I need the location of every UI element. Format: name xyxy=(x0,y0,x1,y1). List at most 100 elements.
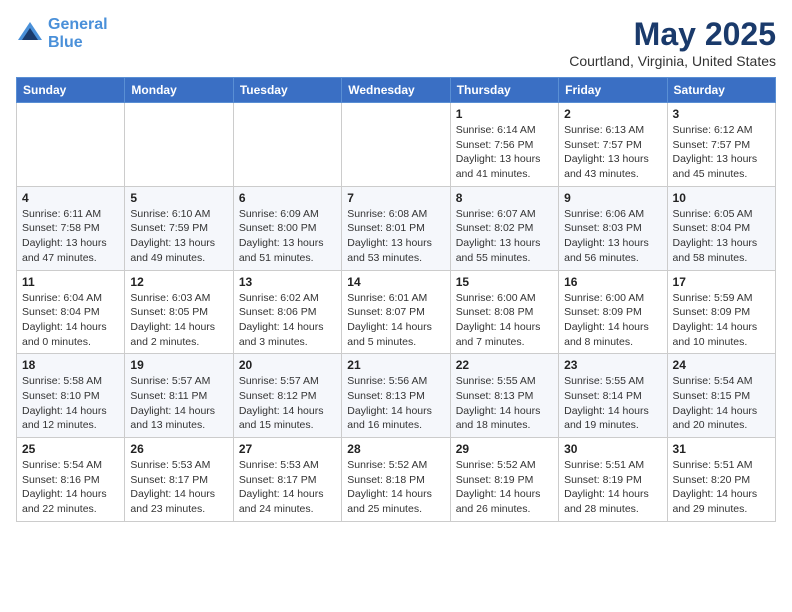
day-number: 30 xyxy=(564,442,661,456)
day-number: 24 xyxy=(673,358,770,372)
day-info: Sunrise: 5:57 AM Sunset: 8:12 PM Dayligh… xyxy=(239,374,336,433)
logo-general: General xyxy=(48,16,108,33)
day-info: Sunrise: 5:53 AM Sunset: 8:17 PM Dayligh… xyxy=(239,458,336,517)
day-info: Sunrise: 6:14 AM Sunset: 7:56 PM Dayligh… xyxy=(456,123,553,182)
day-info: Sunrise: 6:06 AM Sunset: 8:03 PM Dayligh… xyxy=(564,207,661,266)
day-cell: 27 Sunrise: 5:53 AM Sunset: 8:17 PM Dayli… xyxy=(233,438,341,522)
week-row-1: 1 Sunrise: 6:14 AM Sunset: 7:56 PM Daylig… xyxy=(17,103,776,187)
day-info: Sunrise: 5:54 AM Sunset: 8:15 PM Dayligh… xyxy=(673,374,770,433)
day-info: Sunrise: 5:55 AM Sunset: 8:14 PM Dayligh… xyxy=(564,374,661,433)
calendar-header: SundayMondayTuesdayWednesdayThursdayFrid… xyxy=(17,78,776,103)
day-cell: 28Sunrise: 5:52 AM Sunset: 8:18 PM Dayli… xyxy=(342,438,450,522)
day-header-thursday: Thursday xyxy=(450,78,558,103)
day-number: 6 xyxy=(239,191,336,205)
day-number: 15 xyxy=(456,275,553,289)
day-cell: 25 Sunrise: 5:54 AM Sunset: 8:16 PM Dayli… xyxy=(17,438,125,522)
day-cell: 31 Sunrise: 5:51 AM Sunset: 8:20 PM Dayli… xyxy=(667,438,775,522)
day-header-wednesday: Wednesday xyxy=(342,78,450,103)
main-title: May 2025 xyxy=(569,16,776,53)
logo-blue: Blue xyxy=(48,34,83,51)
day-number: 23 xyxy=(564,358,661,372)
day-number: 28 xyxy=(347,442,444,456)
day-info: Sunrise: 6:03 AM Sunset: 8:05 PM Dayligh… xyxy=(130,291,227,350)
day-number: 2 xyxy=(564,107,661,121)
day-number: 22 xyxy=(456,358,553,372)
day-header-monday: Monday xyxy=(125,78,233,103)
calendar-table: SundayMondayTuesdayWednesdayThursdayFrid… xyxy=(16,77,776,522)
day-info: Sunrise: 6:04 AM Sunset: 8:04 PM Dayligh… xyxy=(22,291,119,350)
day-cell: 10Sunrise: 6:05 AM Sunset: 8:04 PM Dayli… xyxy=(667,186,775,270)
day-number: 20 xyxy=(239,358,336,372)
day-header-friday: Friday xyxy=(559,78,667,103)
day-cell: 16 Sunrise: 6:00 AM Sunset: 8:09 PM Dayli… xyxy=(559,270,667,354)
day-cell: 3Sunrise: 6:12 AM Sunset: 7:57 PM Daylig… xyxy=(667,103,775,187)
title-block: May 2025 Courtland, Virginia, United Sta… xyxy=(569,16,776,69)
day-cell xyxy=(342,103,450,187)
day-number: 5 xyxy=(130,191,227,205)
day-cell: 17Sunrise: 5:59 AM Sunset: 8:09 PM Dayli… xyxy=(667,270,775,354)
day-number: 3 xyxy=(673,107,770,121)
day-info: Sunrise: 6:11 AM Sunset: 7:58 PM Dayligh… xyxy=(22,207,119,266)
day-cell: 8Sunrise: 6:07 AM Sunset: 8:02 PM Daylig… xyxy=(450,186,558,270)
day-info: Sunrise: 5:51 AM Sunset: 8:20 PM Dayligh… xyxy=(673,458,770,517)
day-header-tuesday: Tuesday xyxy=(233,78,341,103)
week-row-5: 25 Sunrise: 5:54 AM Sunset: 8:16 PM Dayli… xyxy=(17,438,776,522)
day-cell: 23 Sunrise: 5:55 AM Sunset: 8:14 PM Dayli… xyxy=(559,354,667,438)
day-number: 16 xyxy=(564,275,661,289)
day-info: Sunrise: 5:52 AM Sunset: 8:19 PM Dayligh… xyxy=(456,458,553,517)
week-row-3: 11 Sunrise: 6:04 AM Sunset: 8:04 PM Dayli… xyxy=(17,270,776,354)
day-number: 29 xyxy=(456,442,553,456)
day-number: 14 xyxy=(347,275,444,289)
day-cell: 4 Sunrise: 6:11 AM Sunset: 7:58 PM Daylig… xyxy=(17,186,125,270)
day-info: Sunrise: 6:08 AM Sunset: 8:01 PM Dayligh… xyxy=(347,207,444,266)
day-number: 4 xyxy=(22,191,119,205)
day-number: 11 xyxy=(22,275,119,289)
day-cell: 12 Sunrise: 6:03 AM Sunset: 8:05 PM Dayli… xyxy=(125,270,233,354)
day-info: Sunrise: 5:57 AM Sunset: 8:11 PM Dayligh… xyxy=(130,374,227,433)
day-cell: 18 Sunrise: 5:58 AM Sunset: 8:10 PM Dayli… xyxy=(17,354,125,438)
day-header-sunday: Sunday xyxy=(17,78,125,103)
day-info: Sunrise: 6:00 AM Sunset: 8:08 PM Dayligh… xyxy=(456,291,553,350)
day-number: 18 xyxy=(22,358,119,372)
day-cell: 21 Sunrise: 5:56 AM Sunset: 8:13 PM Dayli… xyxy=(342,354,450,438)
day-info: Sunrise: 6:13 AM Sunset: 7:57 PM Dayligh… xyxy=(564,123,661,182)
day-number: 21 xyxy=(347,358,444,372)
day-cell xyxy=(233,103,341,187)
day-cell: 7Sunrise: 6:08 AM Sunset: 8:01 PM Daylig… xyxy=(342,186,450,270)
logo-text: General Blue xyxy=(48,16,108,51)
day-number: 26 xyxy=(130,442,227,456)
day-number: 8 xyxy=(456,191,553,205)
day-number: 31 xyxy=(673,442,770,456)
day-info: Sunrise: 6:01 AM Sunset: 8:07 PM Dayligh… xyxy=(347,291,444,350)
day-info: Sunrise: 6:09 AM Sunset: 8:00 PM Dayligh… xyxy=(239,207,336,266)
day-info: Sunrise: 5:56 AM Sunset: 8:13 PM Dayligh… xyxy=(347,374,444,433)
day-number: 12 xyxy=(130,275,227,289)
day-info: Sunrise: 5:59 AM Sunset: 8:09 PM Dayligh… xyxy=(673,291,770,350)
day-info: Sunrise: 6:02 AM Sunset: 8:06 PM Dayligh… xyxy=(239,291,336,350)
day-info: Sunrise: 5:53 AM Sunset: 8:17 PM Dayligh… xyxy=(130,458,227,517)
calendar-body: 1 Sunrise: 6:14 AM Sunset: 7:56 PM Daylig… xyxy=(17,103,776,522)
day-number: 25 xyxy=(22,442,119,456)
day-cell xyxy=(125,103,233,187)
day-info: Sunrise: 6:00 AM Sunset: 8:09 PM Dayligh… xyxy=(564,291,661,350)
day-cell: 1 Sunrise: 6:14 AM Sunset: 7:56 PM Daylig… xyxy=(450,103,558,187)
day-cell: 19Sunrise: 5:57 AM Sunset: 8:11 PM Dayli… xyxy=(125,354,233,438)
day-info: Sunrise: 5:58 AM Sunset: 8:10 PM Dayligh… xyxy=(22,374,119,433)
day-cell: 9 Sunrise: 6:06 AM Sunset: 8:03 PM Daylig… xyxy=(559,186,667,270)
day-info: Sunrise: 5:55 AM Sunset: 8:13 PM Dayligh… xyxy=(456,374,553,433)
day-cell: 5Sunrise: 6:10 AM Sunset: 7:59 PM Daylig… xyxy=(125,186,233,270)
day-cell: 14 Sunrise: 6:01 AM Sunset: 8:07 PM Dayli… xyxy=(342,270,450,354)
day-number: 27 xyxy=(239,442,336,456)
week-row-2: 4 Sunrise: 6:11 AM Sunset: 7:58 PM Daylig… xyxy=(17,186,776,270)
day-info: Sunrise: 5:54 AM Sunset: 8:16 PM Dayligh… xyxy=(22,458,119,517)
day-number: 9 xyxy=(564,191,661,205)
day-cell: 13 Sunrise: 6:02 AM Sunset: 8:06 PM Dayli… xyxy=(233,270,341,354)
day-number: 1 xyxy=(456,107,553,121)
day-number: 10 xyxy=(673,191,770,205)
day-cell: 24 Sunrise: 5:54 AM Sunset: 8:15 PM Dayli… xyxy=(667,354,775,438)
day-info: Sunrise: 5:51 AM Sunset: 8:19 PM Dayligh… xyxy=(564,458,661,517)
day-cell: 2 Sunrise: 6:13 AM Sunset: 7:57 PM Daylig… xyxy=(559,103,667,187)
day-cell: 22 Sunrise: 5:55 AM Sunset: 8:13 PM Dayli… xyxy=(450,354,558,438)
day-header-saturday: Saturday xyxy=(667,78,775,103)
day-number: 13 xyxy=(239,275,336,289)
